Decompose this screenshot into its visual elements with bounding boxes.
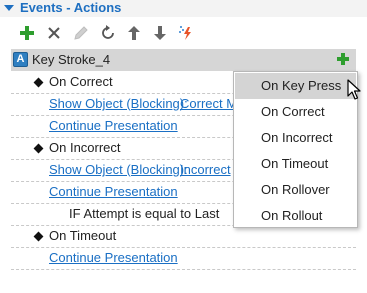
event-type-menu: On Key Press On Correct On Incorrect On … bbox=[233, 71, 358, 228]
menu-item-on-timeout[interactable]: On Timeout bbox=[235, 151, 356, 177]
event-label: On Correct bbox=[49, 74, 113, 89]
menu-item-on-correct[interactable]: On Correct bbox=[235, 99, 356, 125]
pencil-icon[interactable] bbox=[71, 23, 91, 43]
action-link[interactable]: Show Object (Blocking): bbox=[49, 162, 188, 178]
event-label: On Incorrect bbox=[49, 140, 121, 155]
action-link[interactable]: Continue Presentation bbox=[49, 184, 178, 200]
arrow-up-icon[interactable] bbox=[124, 23, 144, 43]
action-link[interactable]: Continue Presentation bbox=[49, 250, 178, 266]
row-divider bbox=[11, 269, 356, 270]
trigger-label: Key Stroke_4 bbox=[32, 52, 111, 67]
event-label: On Timeout bbox=[49, 228, 117, 243]
mouse-cursor-icon bbox=[347, 79, 361, 101]
refresh-icon[interactable] bbox=[98, 23, 118, 43]
action-target-link[interactable]: Incorrect bbox=[180, 162, 231, 178]
menu-item-on-rollover[interactable]: On Rollover bbox=[235, 177, 356, 203]
plus-icon[interactable] bbox=[17, 23, 37, 43]
menu-item-on-key-press[interactable]: On Key Press bbox=[235, 73, 356, 99]
panel-title: Events - Actions bbox=[20, 0, 122, 15]
action-target-link[interactable]: Correct M bbox=[180, 96, 237, 112]
menu-item-on-rollout[interactable]: On Rollout bbox=[235, 203, 356, 229]
toolbar bbox=[0, 17, 367, 47]
menu-item-on-incorrect[interactable]: On Incorrect bbox=[235, 125, 356, 151]
arrow-down-icon[interactable] bbox=[150, 23, 170, 43]
action-row[interactable]: Continue Presentation bbox=[0, 247, 367, 269]
panel-header[interactable]: Events - Actions bbox=[0, 0, 367, 17]
bullet-icon bbox=[33, 143, 44, 154]
collapse-chevron-icon[interactable] bbox=[4, 5, 14, 11]
action-link[interactable]: Show Object (Blocking): bbox=[49, 96, 188, 112]
magic-wand-icon[interactable] bbox=[177, 23, 197, 43]
x-icon[interactable] bbox=[44, 23, 64, 43]
bullet-icon bbox=[33, 231, 44, 242]
key-stroke-icon: A bbox=[13, 52, 28, 67]
bullet-icon bbox=[33, 77, 44, 88]
trigger-row[interactable]: A Key Stroke_4 bbox=[11, 49, 356, 71]
add-event-plus-icon[interactable] bbox=[337, 53, 349, 68]
action-link[interactable]: Continue Presentation bbox=[49, 118, 178, 134]
condition-text: IF Attempt is equal to Last bbox=[69, 206, 220, 221]
